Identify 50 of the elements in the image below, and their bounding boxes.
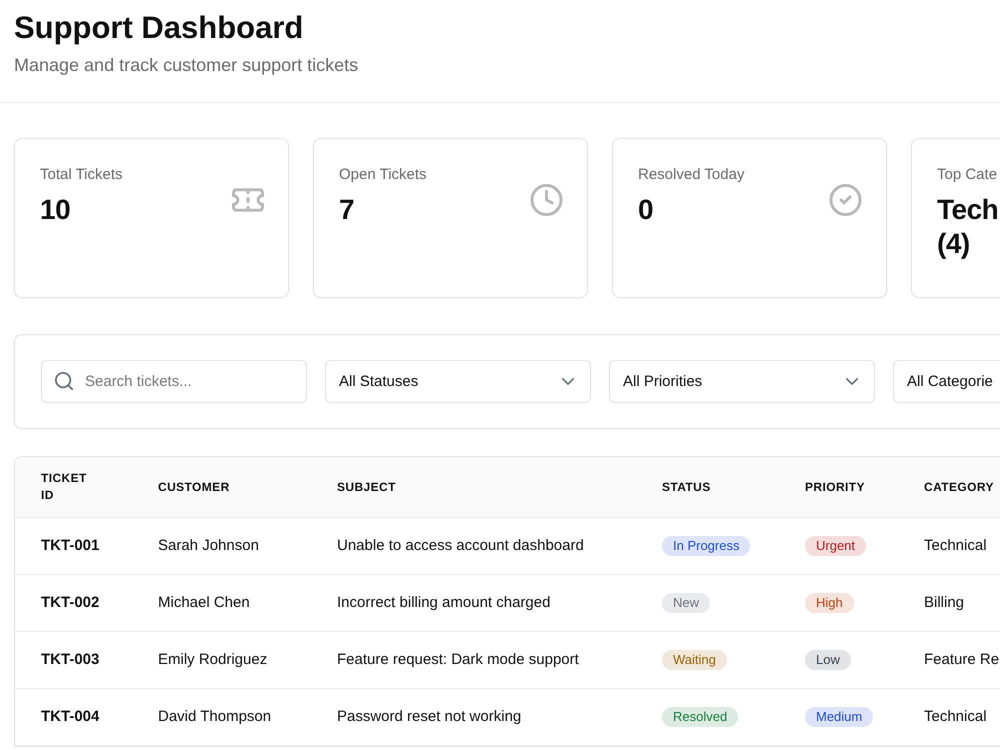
subject-cell: Password reset not working — [337, 707, 522, 727]
status-badge: In Progress — [662, 536, 750, 556]
ticket-id-cell: TKT-002 — [41, 593, 100, 613]
column-header: CATEGORY — [924, 478, 994, 496]
column-header: CUSTOMER — [158, 478, 230, 496]
status-badge: New — [662, 593, 710, 613]
category-cell: Billing — [924, 593, 964, 613]
priority-badge: High — [805, 593, 854, 613]
stat-label: Open Tickets — [339, 166, 427, 184]
search-icon — [55, 372, 73, 390]
stat-value: 10 — [40, 193, 70, 227]
column-header: TICKET ID — [41, 470, 87, 504]
filter-dropdown[interactable]: All Statuses — [325, 360, 591, 403]
column-header: PRIORITY — [805, 478, 865, 496]
category-cell: Technical — [924, 536, 987, 556]
customer-cell: Emily Rodriguez — [158, 650, 268, 670]
customer-cell: David Thompson — [158, 707, 272, 727]
filter-dropdown[interactable]: All Categorie — [893, 360, 1000, 403]
ticket-icon — [232, 188, 264, 212]
stat-label: Top Cate — [937, 166, 998, 184]
stat-label: Total Tickets — [40, 166, 123, 184]
column-header: SUBJECT — [337, 478, 396, 496]
stat-value: 0 — [638, 193, 654, 227]
priority-badge: Low — [805, 650, 851, 670]
clock-icon — [530, 184, 563, 216]
customer-cell: Michael Chen — [158, 593, 250, 613]
ticket-id-cell: TKT-004 — [41, 707, 100, 727]
stat-value: 7 — [339, 193, 354, 227]
check-circle-icon — [829, 184, 862, 216]
stat-label: Resolved Today — [638, 166, 744, 184]
priority-badge: Urgent — [805, 536, 866, 556]
subject-cell: Feature request: Dark mode support — [337, 650, 579, 670]
subject-cell: Incorrect billing amount charged — [337, 593, 550, 613]
search-field[interactable]: Search tickets... — [41, 360, 307, 403]
category-cell: Technical — [924, 707, 987, 727]
filter-dropdown[interactable]: All Priorities — [609, 360, 875, 403]
ticket-id-cell: TKT-003 — [41, 650, 100, 670]
stat-value: Tech (4) — [937, 193, 998, 261]
status-badge: Resolved — [662, 707, 738, 727]
subject-cell: Unable to access account dashboard — [337, 536, 584, 556]
ticket-id-cell: TKT-001 — [41, 536, 100, 556]
status-badge: Waiting — [662, 650, 727, 670]
priority-badge: Medium — [805, 707, 874, 727]
page-subtitle: Manage and track customer support tickets — [14, 54, 358, 76]
column-header: STATUS — [662, 478, 711, 496]
category-cell: Feature Re — [924, 650, 1000, 670]
customer-cell: Sarah Johnson — [158, 536, 259, 556]
chevron-down-icon — [562, 378, 574, 385]
chevron-down-icon — [846, 378, 858, 385]
page-title: Support Dashboard — [14, 9, 304, 47]
